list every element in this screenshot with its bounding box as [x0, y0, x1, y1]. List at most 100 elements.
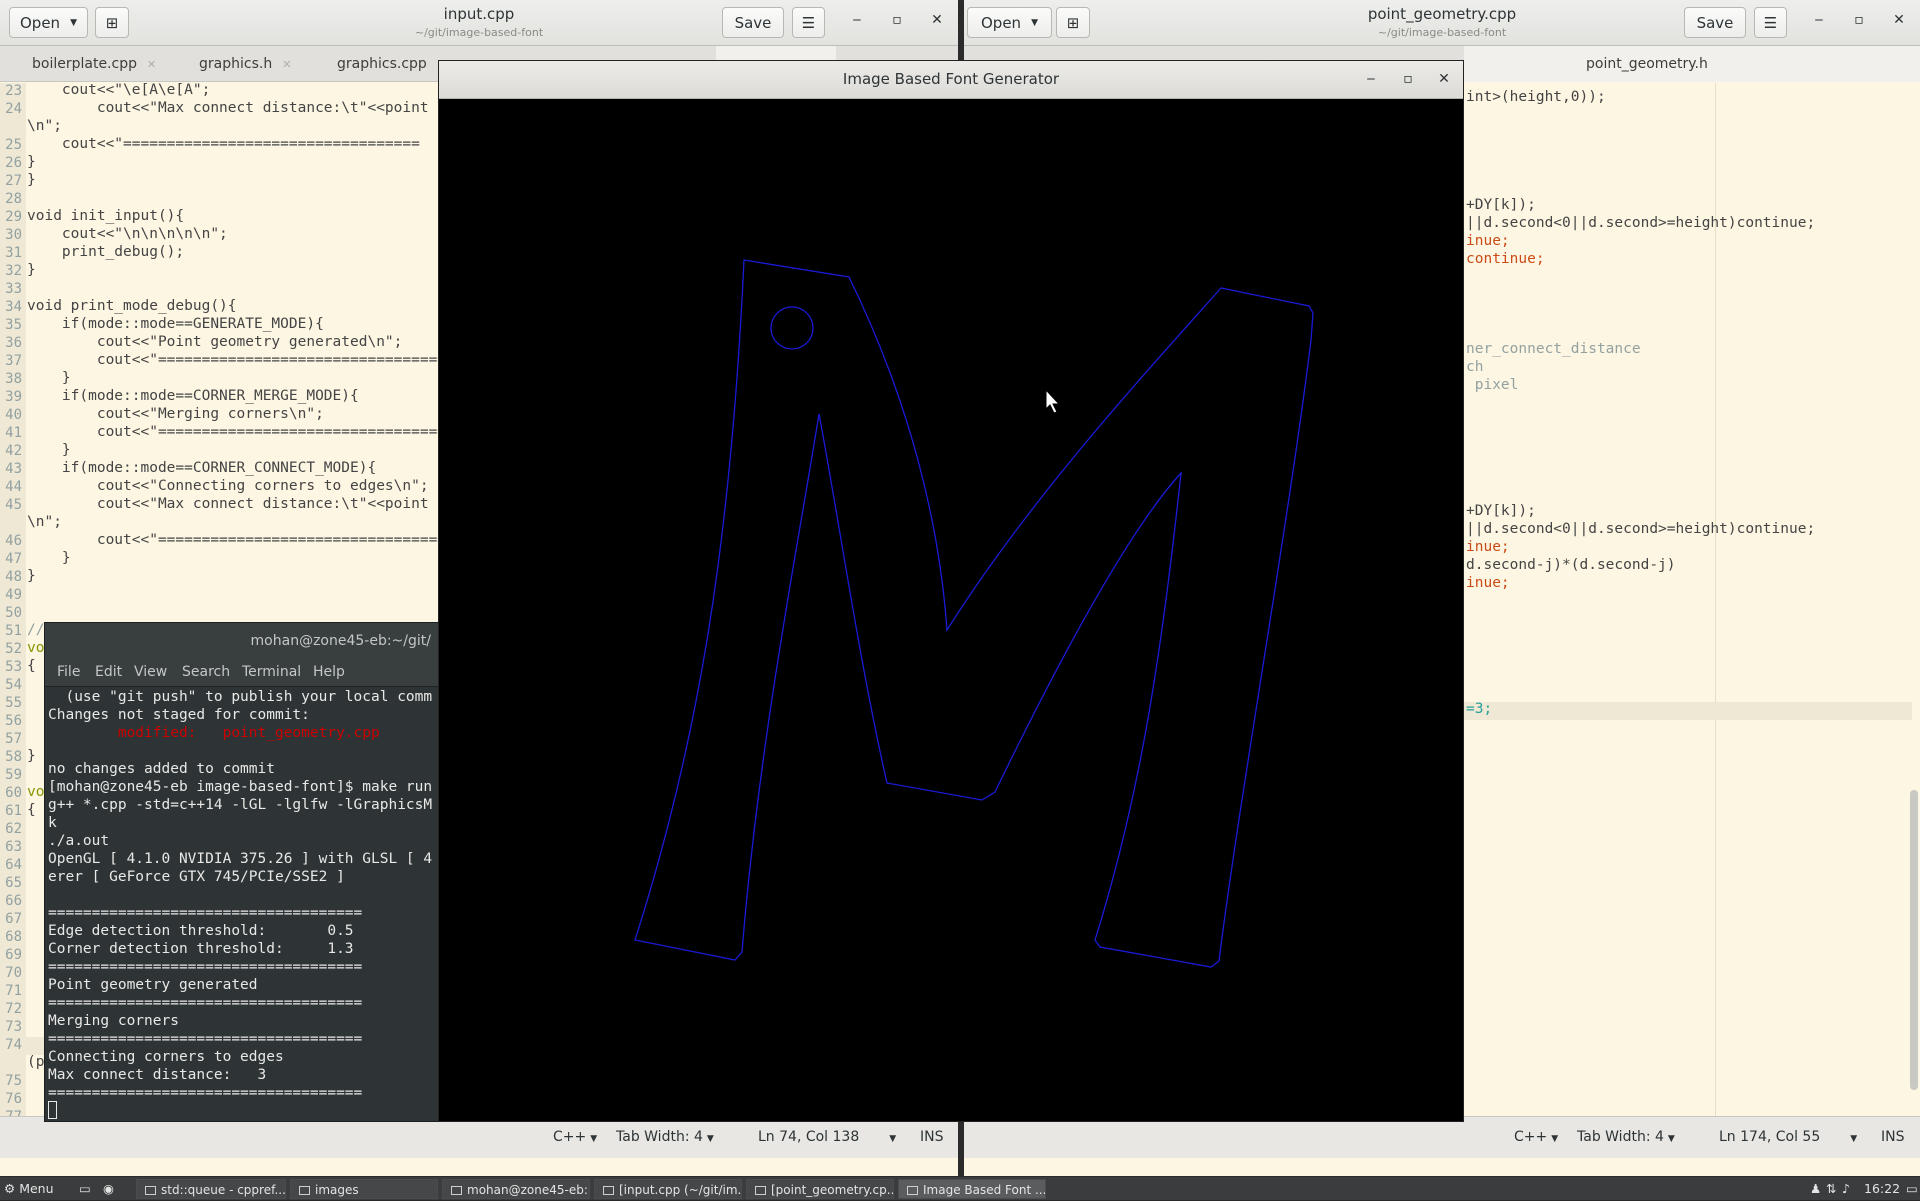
tab-graphics-h[interactable]: graphics.h ✕: [187, 46, 303, 82]
terminal-line: ./a.out: [48, 833, 110, 849]
maximize-icon[interactable]: ▫: [1398, 71, 1418, 87]
mouse-cursor-icon: [1045, 388, 1061, 414]
chrome-launcher-icon[interactable]: ◉: [99, 1177, 114, 1201]
folder-launcher-icon[interactable]: ▭: [75, 1177, 91, 1201]
task-label: Image Based Font ...: [923, 1183, 1046, 1197]
terminal-window[interactable]: mohan@zone45-eb:~/git/ File Edit View Se…: [44, 622, 440, 1122]
menu-search[interactable]: Search: [182, 664, 230, 680]
language-selector[interactable]: C++ ▼: [553, 1129, 597, 1145]
start-menu-button[interactable]: ⚙ Menu: [0, 1177, 54, 1201]
chevron-down-icon: ▼: [1667, 1134, 1675, 1144]
menu-terminal[interactable]: Terminal: [242, 664, 301, 680]
code-line: cout<<"=================================…: [27, 352, 455, 368]
user-icon[interactable]: ♟: [1806, 1177, 1821, 1201]
code-line: \n";: [27, 118, 62, 134]
tab-label: graphics.h: [199, 56, 273, 72]
terminal-line: Changes not staged for commit:: [48, 707, 310, 723]
maximize-icon[interactable]: ▫: [1848, 12, 1870, 28]
code-line: if(mode::mode==GENERATE_MODE){: [27, 316, 324, 332]
save-button[interactable]: Save: [722, 7, 784, 38]
code-line: }: [27, 172, 36, 188]
image-font-generator-window[interactable]: Image Based Font Generator ‒ ▫ ✕: [438, 60, 1464, 1122]
menu-button[interactable]: ☰: [792, 7, 825, 38]
tab-boilerplate[interactable]: boilerplate.cpp ✕: [20, 46, 168, 82]
task-point-geometry[interactable]: [point_geometry.cp...: [746, 1179, 894, 1199]
close-icon[interactable]: ✕: [926, 12, 948, 28]
close-icon[interactable]: ✕: [1888, 12, 1910, 28]
terminal-line: OpenGL [ 4.1.0 NVIDIA 375.26 ] with GLSL…: [48, 851, 433, 867]
code-line: cout<<"\n\n\n\n\n";: [27, 226, 228, 242]
clock[interactable]: 16:22: [1860, 1177, 1900, 1201]
glyph-hole: [770, 306, 814, 350]
terminal-title: mohan@zone45-eb:~/git/: [45, 623, 439, 659]
save-label: Save: [734, 13, 772, 32]
terminal-line: erer [ GeForce GTX 745/PCIe/SSE2 ]: [48, 869, 345, 885]
code-line: }: [27, 154, 36, 170]
terminal-line: (use "git push" to publish your local co…: [48, 689, 433, 705]
volume-icon[interactable]: ♪: [1838, 1177, 1850, 1201]
maximize-icon[interactable]: ▫: [886, 12, 908, 28]
tab-width-label: Tab Width: 4: [616, 1129, 703, 1145]
code-line: if(mode::mode==CORNER_MERGE_MODE){: [27, 388, 359, 404]
close-icon[interactable]: ✕: [1434, 71, 1454, 87]
tab-width-selector[interactable]: Tab Width: 4 ▼: [1577, 1129, 1675, 1145]
code-line: }: [27, 442, 71, 458]
tab-width-label: Tab Width: 4: [1577, 1129, 1664, 1145]
code-line: if(mode::mode==CORNER_CONNECT_MODE){: [27, 460, 377, 476]
task-label: [input.cpp (~/git/im...: [619, 1183, 742, 1197]
menu-file[interactable]: File: [57, 664, 80, 680]
code-line: }: [27, 262, 36, 278]
terminal-line: modified: point_geometry.cpp: [48, 725, 380, 741]
code-line: inue;: [1466, 233, 1510, 249]
minimize-icon[interactable]: ‒: [1361, 71, 1381, 87]
minimize-icon[interactable]: ‒: [846, 12, 868, 28]
code-line: vo: [27, 640, 45, 656]
close-icon[interactable]: ✕: [147, 58, 156, 71]
task-cppreference[interactable]: std::queue - cppref...: [136, 1179, 286, 1199]
right-margin-line: [1715, 83, 1716, 1138]
header-bar: Open ▼ ⊞ point_geometry.cpp ~/git/image-b…: [964, 0, 1920, 46]
minimize-icon[interactable]: ‒: [1808, 12, 1830, 28]
terminal-line: ====================================: [48, 1031, 363, 1047]
tab-point-geometry-h[interactable]: point_geometry.h: [1464, 46, 1920, 82]
task-input-cpp[interactable]: [input.cpp (~/git/im...: [594, 1179, 742, 1199]
gear-icon: ⚙: [4, 1181, 16, 1196]
code-line: continue;: [1466, 251, 1545, 267]
menu-help[interactable]: Help: [313, 664, 345, 680]
tab-label: point_geometry.h: [1586, 56, 1708, 72]
cursor-position[interactable]: Ln 74, Col 138 ▼: [758, 1129, 896, 1145]
code-line: {: [27, 658, 36, 674]
code-line: cout<<"Connecting corners to edges\n";: [27, 478, 429, 494]
task-images[interactable]: images: [290, 1179, 438, 1199]
hamburger-icon: ☰: [1763, 13, 1778, 32]
code-line: cout<<"Merging corners\n";: [27, 406, 324, 422]
code-line: cout<<"=================================…: [27, 532, 455, 548]
task-label: std::queue - cppref...: [161, 1183, 286, 1197]
code-line: cout<<"Point geometry generated\n";: [27, 334, 403, 350]
task-terminal[interactable]: mohan@zone45-eb:...: [442, 1179, 590, 1199]
terminal-cursor: [48, 1101, 57, 1119]
language-selector[interactable]: C++ ▼: [1514, 1129, 1558, 1145]
save-button[interactable]: Save: [1684, 7, 1746, 38]
menu-view[interactable]: View: [134, 664, 167, 680]
code-line: vo: [27, 784, 45, 800]
menu-edit[interactable]: Edit: [95, 664, 122, 680]
chevron-down-icon: ▼: [590, 1134, 598, 1144]
code-line: inue;: [1466, 539, 1510, 555]
folder-icon: [299, 1186, 310, 1195]
menu-button[interactable]: ☰: [1754, 7, 1787, 38]
show-desktop-icon[interactable]: ▭: [1902, 1177, 1918, 1201]
code-line: void init_input(){: [27, 208, 185, 224]
window-icon: [907, 1186, 918, 1195]
network-icon[interactable]: ⇅: [1822, 1177, 1836, 1201]
task-image-font-generator[interactable]: Image Based Font ...: [898, 1179, 1046, 1199]
insert-mode: INS: [1881, 1129, 1905, 1145]
close-icon[interactable]: ✕: [282, 58, 291, 71]
terminal-line: ====================================: [48, 1085, 363, 1101]
terminal-line: ====================================: [48, 995, 363, 1011]
tab-width-selector[interactable]: Tab Width: 4 ▼: [616, 1129, 714, 1145]
scrollbar[interactable]: [1910, 790, 1918, 1090]
glyph-canvas[interactable]: [439, 100, 1463, 1121]
cursor-position[interactable]: Ln 174, Col 55 ▼: [1719, 1129, 1857, 1145]
terminal-line: ====================================: [48, 959, 363, 975]
